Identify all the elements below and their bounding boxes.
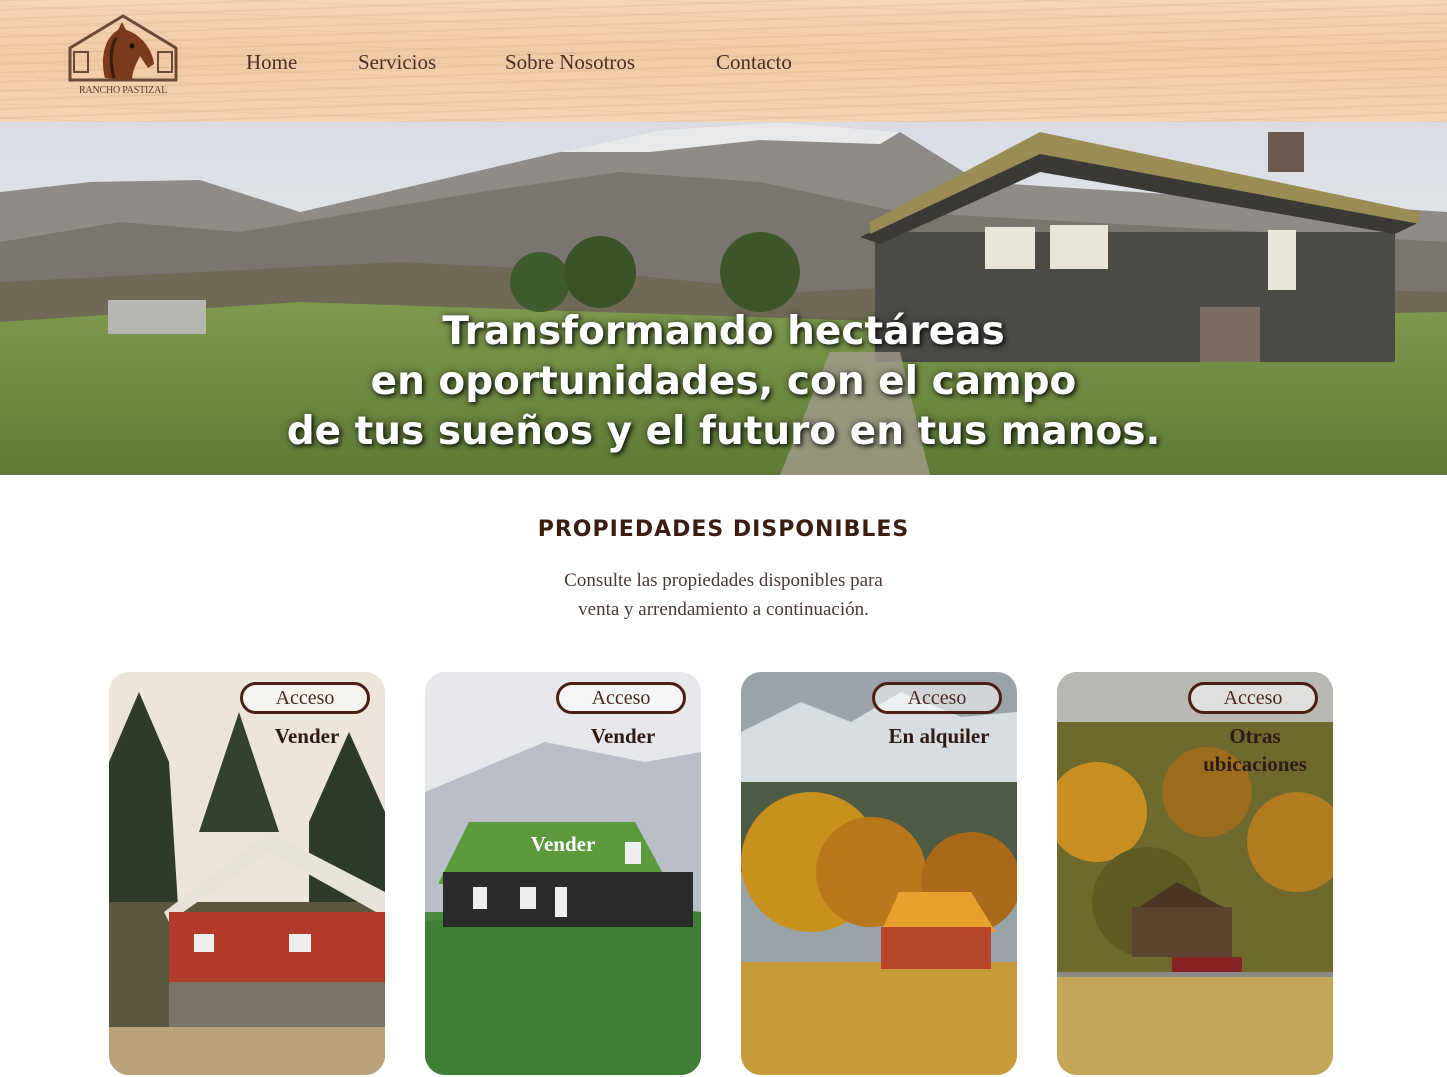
- section-title: PROPIEDADES DISPONIBLES: [537, 517, 910, 542]
- logo-text: RANCHO PASTIZAL: [78, 85, 168, 96]
- hero-line-3: de tus sueños y el futuro en tus manos.: [286, 409, 1161, 454]
- property-card-red-barn[interactable]: Acceso Vender: [109, 672, 385, 1075]
- card-label: Vender: [590, 724, 656, 748]
- horse-logo-icon[interactable]: [60, 8, 186, 112]
- card-label: Vender: [274, 724, 340, 748]
- access-button[interactable]: Acceso: [1188, 682, 1318, 714]
- property-card-autumn-cabin[interactable]: Acceso En alquiler: [741, 672, 1017, 1075]
- section-description: Consulte las propiedades disponibles par…: [0, 566, 1447, 624]
- hero-headline: Transformando hectáreas en oportunidades…: [0, 307, 1447, 457]
- hero-line-1: Transformando hectáreas: [442, 309, 1005, 354]
- access-button[interactable]: Acceso: [240, 682, 370, 714]
- property-card-green-roof[interactable]: Acceso Vender Vender: [425, 672, 701, 1075]
- property-card-forest-lodge[interactable]: Acceso Otras ubicaciones: [1057, 672, 1333, 1075]
- site-header: RANCHO PASTIZAL Home Servicios Sobre Nos…: [0, 0, 1447, 122]
- card-label: En alquiler: [888, 724, 990, 748]
- nav-sobre-nosotros[interactable]: Sobre Nosotros: [505, 50, 635, 75]
- card-overlay-label: Vender: [530, 832, 596, 856]
- section-desc-line-2: venta y arrendamiento a continuación.: [578, 599, 869, 620]
- card-label-line-1: Otras: [1229, 724, 1281, 748]
- card-label-line-2: ubicaciones: [1203, 752, 1307, 776]
- hero-line-2: en oportunidades, con el campo: [370, 359, 1077, 404]
- hero-banner: Transformando hectáreas en oportunidades…: [0, 122, 1447, 475]
- nav-home[interactable]: Home: [246, 50, 297, 75]
- access-button[interactable]: Acceso: [872, 682, 1002, 714]
- nav-servicios[interactable]: Servicios: [358, 50, 436, 75]
- section-desc-line-1: Consulte las propiedades disponibles par…: [564, 570, 883, 591]
- card-label: Otras ubicaciones: [1177, 722, 1333, 778]
- access-button[interactable]: Acceso: [556, 682, 686, 714]
- nav-contacto[interactable]: Contacto: [716, 50, 792, 75]
